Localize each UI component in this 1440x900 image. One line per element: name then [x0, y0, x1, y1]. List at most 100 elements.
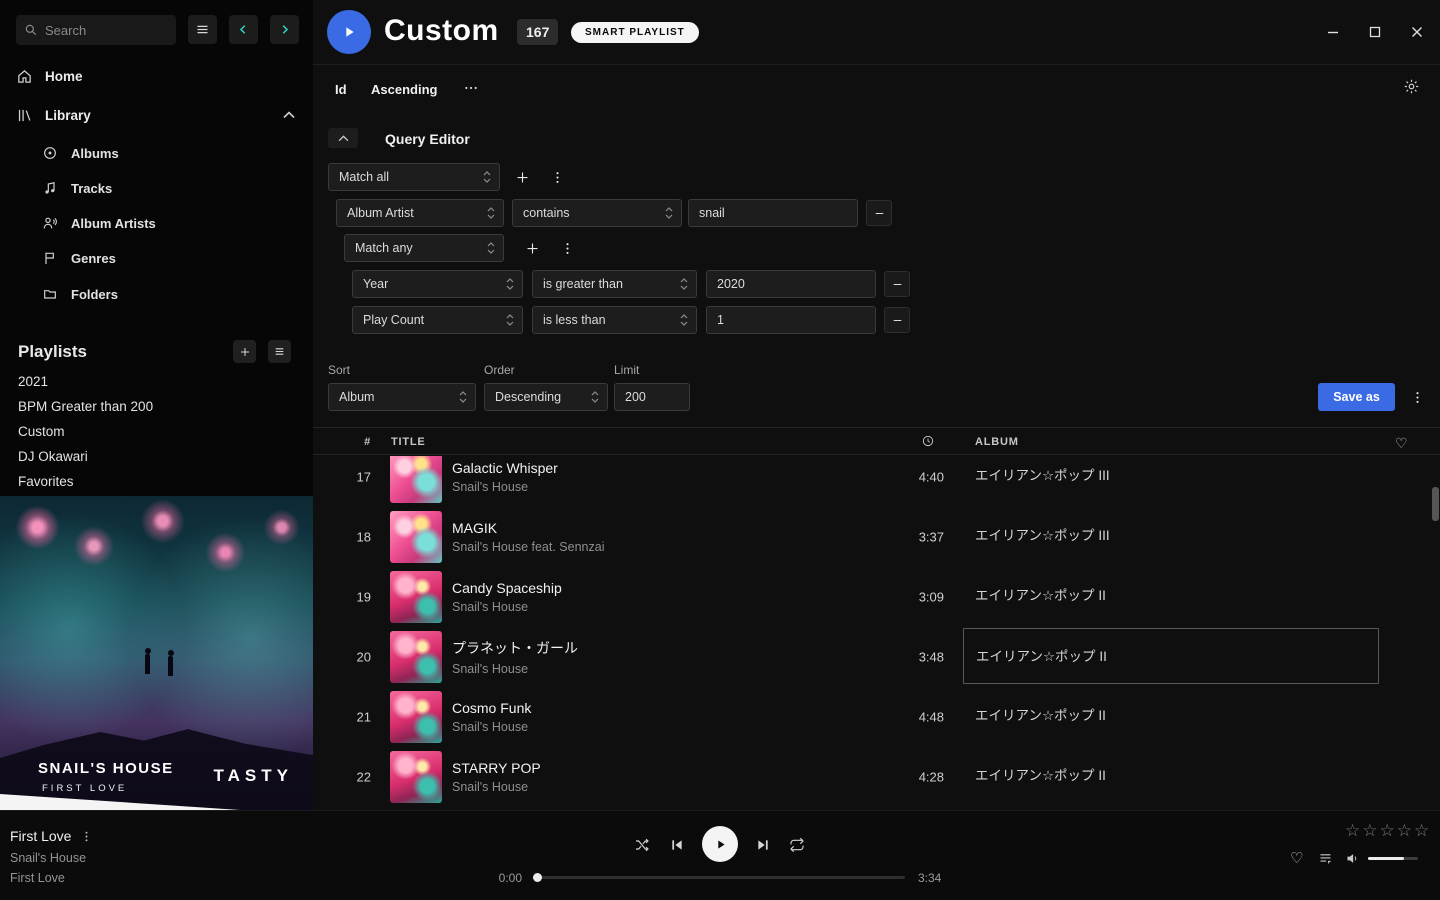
close-button[interactable] [1410, 25, 1424, 39]
ellipsis-icon [463, 80, 479, 96]
playlists-header: Playlists [0, 338, 313, 366]
seek-bar[interactable] [535, 876, 905, 879]
rule-operator-select[interactable]: is less than [532, 306, 697, 334]
minus-icon [873, 207, 886, 220]
sidebar-item-tracks[interactable]: Tracks [0, 173, 313, 203]
sidebar-item-albums[interactable]: Albums [0, 138, 313, 168]
more-options-button[interactable] [463, 80, 479, 96]
column-header-album[interactable]: ALBUM [975, 436, 1019, 448]
search-icon [24, 23, 38, 37]
page-title: Custom [384, 14, 499, 48]
table-row[interactable]: 21 Cosmo Funk Snail's House 4:48 エイリアン☆ポ… [313, 687, 1440, 747]
remove-rule-button[interactable] [884, 271, 910, 297]
maximize-button[interactable] [1368, 25, 1382, 39]
favorite-button[interactable]: ♡ [1290, 849, 1303, 867]
rule-operator-select[interactable]: contains [512, 199, 682, 227]
volume-slider[interactable] [1368, 857, 1418, 860]
kebab-icon [560, 241, 575, 256]
sidebar-item-label: Albums [71, 146, 119, 161]
queue-button[interactable] [1318, 851, 1333, 866]
sidebar-item-label: Library [45, 108, 91, 123]
add-playlist-button[interactable] [233, 340, 256, 363]
menu-button[interactable] [188, 15, 217, 44]
sort-direction-button[interactable]: Ascending [371, 82, 437, 97]
chevron-up-icon[interactable] [283, 111, 295, 119]
previous-track-button[interactable] [669, 837, 685, 853]
add-rule-button[interactable] [509, 163, 535, 191]
scrollbar-thumb[interactable] [1432, 487, 1439, 521]
order-select[interactable]: Descending [484, 383, 608, 411]
match-mode-select[interactable]: Match any [344, 234, 504, 262]
sort-select[interactable]: Album [328, 383, 476, 411]
repeat-button[interactable] [789, 837, 805, 853]
duration-column-clock-icon[interactable] [921, 434, 935, 448]
search-box[interactable] [16, 15, 176, 45]
repeat-icon [789, 837, 805, 853]
rule-value-input[interactable] [706, 270, 876, 298]
query-editor-collapse-button[interactable] [328, 128, 358, 148]
shuffle-button[interactable] [634, 837, 650, 853]
save-as-button[interactable]: Save as [1318, 383, 1395, 411]
sidebar-item-home[interactable]: Home [0, 61, 313, 91]
search-input[interactable] [45, 23, 155, 38]
rule-operator-select[interactable]: is greater than [532, 270, 697, 298]
add-rule-button[interactable] [519, 234, 545, 262]
star-icon[interactable]: ☆ [1380, 821, 1397, 840]
table-row[interactable]: 20 プラネット・ガール Snail's House 3:48 エイリアン☆ポッ… [313, 627, 1440, 687]
match-mode-select[interactable]: Match all [328, 163, 500, 191]
group-menu-button[interactable] [544, 163, 570, 191]
limit-input[interactable] [614, 383, 690, 411]
playlist-item[interactable]: Favorites [0, 469, 313, 494]
rating-stars[interactable]: ☆☆☆☆☆ [1345, 821, 1431, 841]
table-row[interactable]: 19 Candy Spaceship Snail's House 3:09 エイ… [313, 567, 1440, 627]
save-menu-button[interactable] [1404, 383, 1430, 411]
play-pause-button[interactable] [702, 826, 738, 862]
now-playing-menu-button[interactable] [80, 830, 93, 843]
remove-rule-button[interactable] [884, 307, 910, 333]
playlist-item[interactable]: DJ Okawari [0, 444, 313, 469]
select-value: Descending [495, 390, 561, 404]
table-row[interactable]: 18 MAGIK Snail's House feat. Sennzai 3:3… [313, 507, 1440, 567]
column-header-title[interactable]: TITLE [391, 436, 426, 448]
table-row[interactable]: 22 STARRY POP Snail's House 4:28 エイリアン☆ポ… [313, 747, 1440, 807]
star-icon[interactable]: ☆ [1414, 821, 1431, 840]
seek-knob[interactable] [533, 873, 542, 882]
volume-button[interactable] [1345, 851, 1360, 866]
star-icon[interactable]: ☆ [1362, 821, 1379, 840]
rule-value-input[interactable] [706, 306, 876, 334]
select-carets-icon [506, 314, 514, 326]
album-art-thumbnail [390, 511, 442, 563]
star-icon[interactable]: ☆ [1345, 821, 1362, 840]
column-header-number[interactable]: # [331, 436, 371, 448]
back-button[interactable] [229, 15, 258, 44]
next-track-button[interactable] [755, 837, 771, 853]
play-icon [341, 24, 357, 40]
sidebar-item-genres[interactable]: Genres [0, 243, 313, 273]
minimize-button[interactable] [1326, 25, 1340, 39]
select-value: Album Artist [347, 206, 414, 220]
track-list-viewport: 17 Galactic Whisper Snail's House 4:40 エ… [313, 456, 1440, 810]
forward-button[interactable] [270, 15, 299, 44]
remove-rule-button[interactable] [866, 200, 892, 226]
table-row[interactable]: 17 Galactic Whisper Snail's House 4:40 エ… [313, 456, 1440, 507]
rule-field-select[interactable]: Year [352, 270, 523, 298]
playlist-item[interactable]: 2021 [0, 369, 313, 394]
sort-field-button[interactable]: Id [335, 82, 347, 97]
playlist-item[interactable]: BPM Greater than 200 [0, 394, 313, 419]
favorite-column-heart-icon[interactable]: ♡ [1395, 435, 1408, 452]
settings-button[interactable] [1403, 78, 1420, 95]
sidebar-item-folders[interactable]: Folders [0, 279, 313, 309]
group-menu-button[interactable] [554, 234, 580, 262]
rule-field-select[interactable]: Play Count [352, 306, 523, 334]
library-icon [16, 107, 33, 124]
play-playlist-button[interactable] [327, 10, 371, 54]
sidebar-item-library[interactable]: Library [0, 100, 313, 130]
minimize-icon [1326, 25, 1340, 39]
track-number: 19 [331, 590, 371, 605]
playlist-list-button[interactable] [268, 340, 291, 363]
sidebar-item-album-artists[interactable]: Album Artists [0, 208, 313, 238]
playlist-item[interactable]: Custom [0, 419, 313, 444]
star-icon[interactable]: ☆ [1397, 821, 1414, 840]
rule-field-select[interactable]: Album Artist [336, 199, 504, 227]
rule-value-input[interactable] [688, 199, 858, 227]
